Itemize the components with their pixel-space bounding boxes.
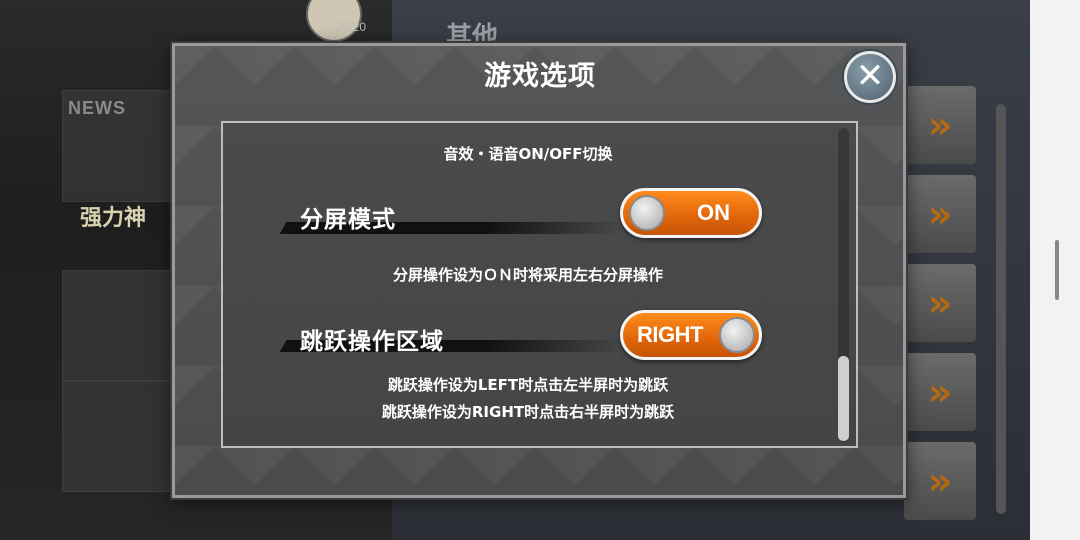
jump-area-description-left: 跳跃操作设为LEFT时点击左半屏时为跳跃 <box>387 376 669 394</box>
jump-area-description-right: 跳跃操作设为RIGHT时点击右半屏时为跳跃 <box>381 403 675 421</box>
system-edge-handle[interactable] <box>1055 240 1059 300</box>
close-icon: ✕ <box>855 56 885 96</box>
sound-caption: 音效・语音ON/OFF切换 <box>443 145 613 163</box>
double-chevron-right-icon: » <box>904 353 976 431</box>
background-tile <box>62 270 174 382</box>
split-screen-description: 分屏操作设为ＯＮ时将采用左右分屏操作 <box>392 266 663 284</box>
option-label-split-screen: 分屏模式 <box>300 207 396 233</box>
double-chevron-right-icon: » <box>904 175 976 253</box>
toggle-text: RIGHT <box>637 322 703 347</box>
toggle-knob <box>719 317 755 353</box>
toggle-knob <box>629 195 665 231</box>
news-label: NEWS <box>68 98 126 118</box>
banner-text: 强力神 <box>80 205 147 231</box>
jump-area-toggle[interactable]: RIGHT <box>620 310 762 360</box>
background-scrollbar <box>996 104 1006 514</box>
double-chevron-right-icon: » <box>904 442 976 520</box>
close-button[interactable]: ✕ <box>844 51 896 103</box>
options-scrollbar-thumb[interactable] <box>838 356 849 441</box>
avatar-count: 20/20 <box>336 20 367 34</box>
toggle-text: ON <box>697 200 730 225</box>
double-chevron-right-icon: » <box>904 86 976 164</box>
double-chevron-right-icon: » <box>904 264 976 342</box>
background-tile <box>62 380 174 492</box>
option-label-jump-area: 跳跃操作区域 <box>300 329 444 355</box>
dialog-title: 游戏选项 <box>484 61 596 92</box>
split-screen-toggle[interactable]: ON <box>620 188 762 238</box>
